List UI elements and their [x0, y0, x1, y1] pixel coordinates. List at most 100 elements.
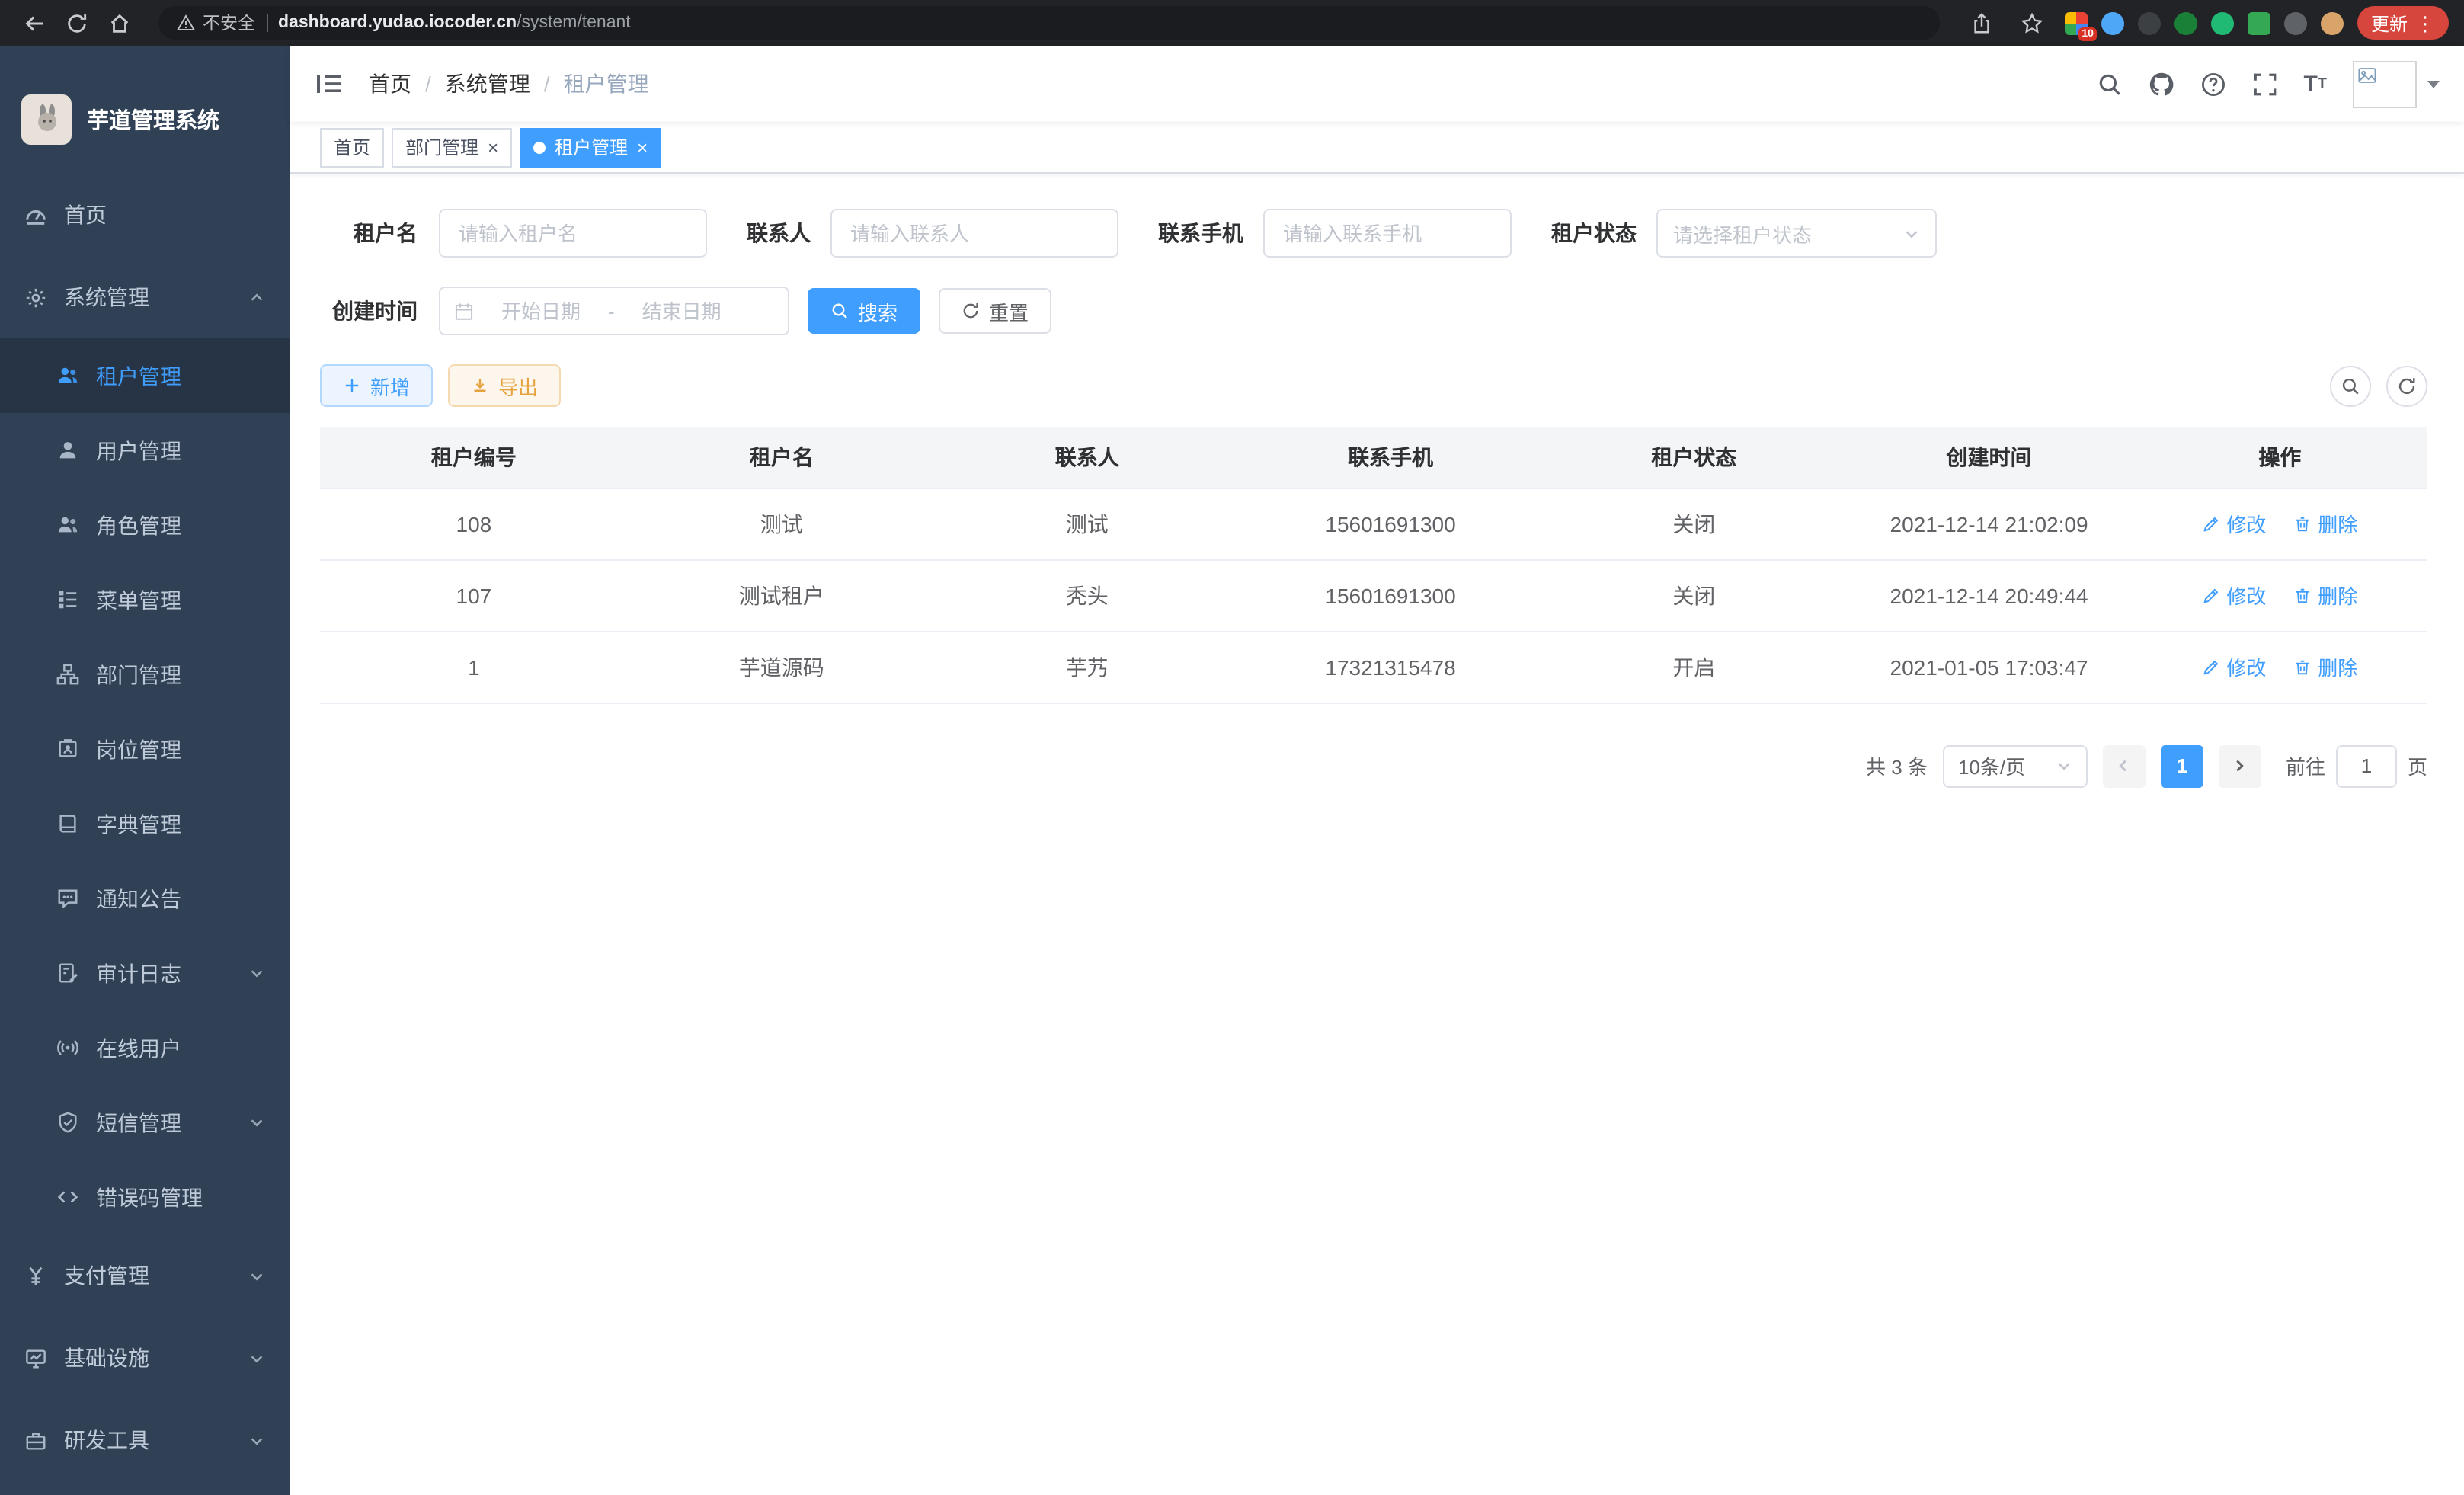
extension-icon-2[interactable] — [2101, 11, 2124, 34]
goto-page-input[interactable] — [2336, 744, 2397, 787]
refresh-icon — [962, 302, 980, 320]
sidebar-item-payment[interactable]: 支付管理 — [0, 1234, 290, 1317]
sidebar-item-label: 支付管理 — [64, 1260, 149, 1291]
screen: 不安全 dashboard.yudao.iocoder.cn/system/te… — [0, 0, 2464, 1495]
sidebar-item-label: 岗位管理 — [96, 734, 181, 764]
delete-button[interactable]: 删除 — [2293, 509, 2357, 538]
refresh-table-button[interactable] — [2386, 365, 2427, 406]
fullscreen-icon[interactable] — [2251, 71, 2277, 97]
sidebar-item-dept[interactable]: 部门管理 — [0, 637, 290, 712]
page-number-button[interactable]: 1 — [2161, 744, 2203, 787]
tags-view: 首页 部门管理 × 租户管理 × — [290, 122, 2464, 174]
cell-actions: 修改 删除 — [2133, 488, 2427, 559]
sidebar-item-user[interactable]: 用户管理 — [0, 413, 290, 488]
page-size-select[interactable]: 10条/页 — [1943, 744, 2088, 787]
sidebar-item-sms[interactable]: 短信管理 — [0, 1085, 290, 1160]
url-bar[interactable]: 不安全 dashboard.yudao.iocoder.cn/system/te… — [158, 6, 1940, 40]
reload-icon[interactable] — [58, 5, 94, 41]
close-icon[interactable]: × — [637, 138, 648, 156]
roles-icon — [56, 514, 79, 536]
extension-icon-5[interactable] — [2211, 11, 2234, 34]
date-start-input[interactable] — [483, 299, 599, 322]
date-end-input[interactable] — [624, 299, 740, 322]
close-icon[interactable]: × — [488, 138, 498, 156]
extension-icon-4[interactable] — [2174, 11, 2197, 34]
cell-actions: 修改 删除 — [2133, 559, 2427, 631]
export-button[interactable]: 导出 — [448, 364, 561, 407]
tab-label: 首页 — [334, 134, 370, 160]
status-select[interactable]: 请选择租户状态 — [1656, 209, 1937, 258]
sidebar-item-online-users[interactable]: 在线用户 — [0, 1010, 290, 1085]
delete-button[interactable]: 删除 — [2293, 652, 2357, 681]
bookmark-star-icon[interactable] — [2014, 5, 2051, 41]
user-menu[interactable] — [2353, 60, 2441, 107]
sidebar-item-error-code[interactable]: 错误码管理 — [0, 1160, 290, 1234]
mobile-input[interactable] — [1263, 209, 1512, 258]
column-header: 租户名 — [628, 427, 936, 488]
search-icon[interactable] — [2096, 71, 2122, 97]
edit-button[interactable]: 修改 — [2202, 652, 2266, 681]
extension-icon-6[interactable] — [2248, 11, 2270, 34]
sidebar-item-system[interactable]: 系统管理 — [0, 256, 290, 338]
date-range-picker[interactable]: - — [439, 287, 789, 335]
cell-status: 关闭 — [1542, 488, 1845, 559]
reset-button[interactable]: 重置 — [939, 288, 1051, 334]
browser-menu-icon[interactable]: ⋮ — [2415, 13, 2435, 33]
contact-input[interactable] — [830, 209, 1118, 258]
caret-down-icon — [2426, 76, 2441, 91]
sidebar-item-label: 字典管理 — [96, 808, 181, 839]
org-tree-icon — [56, 663, 79, 686]
sidebar-item-home[interactable]: 首页 — [0, 174, 290, 256]
filter-status: 租户状态 请选择租户状态 — [1551, 209, 1937, 258]
sidebar-item-role[interactable]: 角色管理 — [0, 488, 290, 562]
back-icon[interactable] — [15, 5, 52, 41]
tab-dept[interactable]: 部门管理 × — [392, 127, 512, 167]
export-button-label: 导出 — [498, 371, 538, 400]
edit-icon — [2202, 514, 2220, 533]
share-icon[interactable] — [1964, 5, 2001, 41]
breadcrumb-item-home[interactable]: 首页 — [369, 69, 411, 99]
sidebar-item-dict[interactable]: 字典管理 — [0, 786, 290, 861]
extension-icon-7[interactable] — [2284, 11, 2307, 34]
prev-page-button[interactable] — [2103, 744, 2146, 787]
toolbox-icon — [24, 1429, 47, 1452]
next-page-button[interactable] — [2219, 744, 2261, 787]
show-search-button[interactable] — [2330, 365, 2371, 406]
home-icon[interactable] — [101, 5, 137, 41]
search-button[interactable]: 搜索 — [808, 288, 920, 334]
delete-button[interactable]: 删除 — [2293, 581, 2357, 610]
search-icon — [830, 302, 849, 320]
url-host: dashboard.yudao.iocoder.cn — [278, 14, 517, 32]
sidebar-item-infra[interactable]: 基础设施 — [0, 1317, 290, 1399]
extension-icon-1[interactable]: 10 — [2065, 11, 2088, 34]
calendar-icon — [454, 301, 474, 321]
extension-icon-3[interactable] — [2138, 11, 2161, 34]
browser-update-button[interactable]: 更新 ⋮ — [2357, 6, 2449, 40]
github-icon[interactable] — [2148, 71, 2174, 97]
sidebar-item-dev-tools[interactable]: 研发工具 — [0, 1399, 290, 1481]
tab-home[interactable]: 首页 — [320, 127, 384, 167]
tab-tenant[interactable]: 租户管理 × — [520, 127, 661, 167]
breadcrumb-item-system[interactable]: 系统管理 — [445, 69, 530, 99]
sidebar-item-notice[interactable]: 通知公告 — [0, 861, 290, 936]
edit-button[interactable]: 修改 — [2202, 581, 2266, 610]
edit-button[interactable]: 修改 — [2202, 509, 2266, 538]
breadcrumb-separator: / — [544, 72, 550, 96]
sidebar-item-label: 部门管理 — [96, 659, 181, 690]
trash-icon — [2293, 658, 2312, 676]
avatar[interactable] — [2353, 60, 2417, 107]
not-secure-chip[interactable]: 不安全 — [177, 11, 255, 35]
sidebar-item-menu[interactable]: 菜单管理 — [0, 562, 290, 637]
help-icon[interactable] — [2200, 71, 2226, 97]
sidebar-item-label: 审计日志 — [96, 958, 181, 988]
sidebar-item-post[interactable]: 岗位管理 — [0, 712, 290, 786]
sidebar-item-audit-log[interactable]: 审计日志 — [0, 936, 290, 1010]
filter-mobile: 联系手机 — [1158, 209, 1512, 258]
extension-icon-8[interactable] — [2321, 11, 2344, 34]
sidebar-item-tenant[interactable]: 租户管理 — [0, 338, 290, 413]
add-button[interactable]: 新增 — [320, 364, 433, 407]
font-size-icon[interactable]: TT — [2303, 71, 2327, 97]
filter-contact: 联系人 — [747, 209, 1118, 258]
tenant-name-input[interactable] — [439, 209, 707, 258]
sidebar-toggle-icon[interactable] — [312, 67, 346, 101]
